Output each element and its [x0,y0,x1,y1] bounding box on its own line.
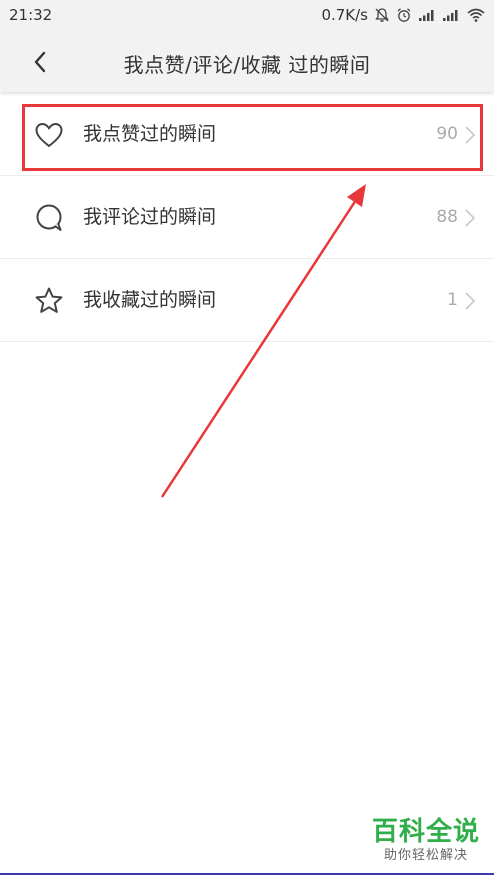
net-speed: 0.7K/s [321,6,368,24]
list-item-label: 我评论过的瞬间 [83,206,217,228]
status-icons: 0.7K/s [321,6,486,24]
list-item-commented[interactable]: 我评论过的瞬间 88 [0,176,494,259]
list-item-collected[interactable]: 我收藏过的瞬间 1 [0,259,494,342]
heart-icon [35,122,63,148]
bell-muted-icon [375,8,389,22]
chevron-right-icon [465,126,476,144]
watermark: 百科全说 助你轻松解决 [372,817,480,865]
list-item-label: 我点赞过的瞬间 [83,123,217,145]
nav-bar: 我点赞/评论/收藏 过的瞬间 [0,30,494,92]
comment-bubble-icon [36,204,62,231]
signal-icon [419,10,434,21]
moments-list: 我点赞过的瞬间 90 我评论过的瞬间 88 我收藏过的瞬间 1 [0,93,494,342]
alarm-clock-icon [397,8,411,22]
watermark-subtitle: 助你轻松解决 [383,848,468,863]
wifi-icon [467,8,485,22]
watermark-title: 百科全说 [371,817,480,847]
chevron-right-icon [465,209,476,227]
chevron-right-icon [465,292,476,310]
list-item-count: 88 [436,207,458,227]
list-item-count: 1 [447,290,458,310]
star-icon [35,287,63,313]
status-time: 21:32 [9,6,53,24]
list-item-count: 90 [436,124,458,144]
signal-icon-2 [443,10,458,21]
list-item-liked[interactable]: 我点赞过的瞬间 90 [0,93,494,176]
status-bar: 21:32 0.7K/s [0,0,494,30]
list-item-label: 我收藏过的瞬间 [83,289,217,311]
page-title: 我点赞/评论/收藏 过的瞬间 [123,53,371,77]
